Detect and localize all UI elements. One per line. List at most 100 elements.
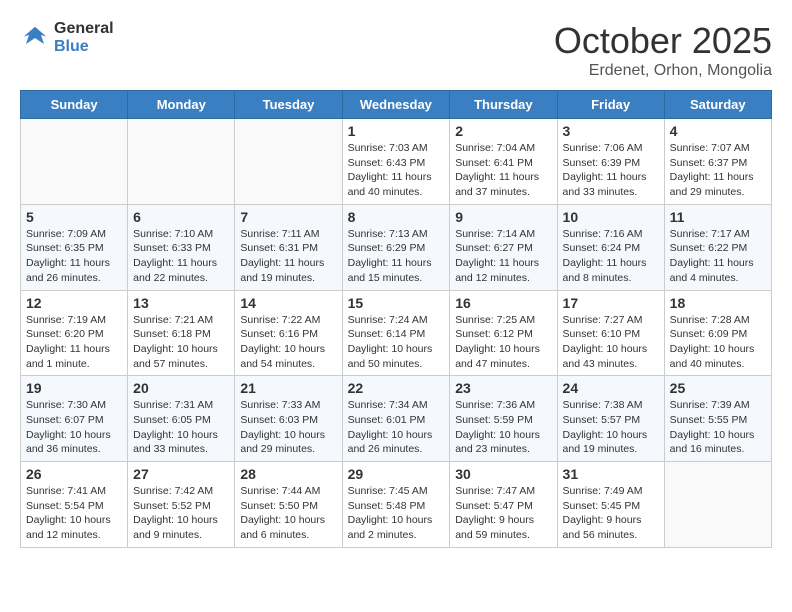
day-number: 3: [563, 123, 659, 139]
calendar-cell: 5 Sunrise: 7:09 AM Sunset: 6:35 PM Daylig…: [21, 204, 128, 290]
calendar-body: 1Sunrise: 7:03 AM Sunset: 6:43 PM Daylig…: [21, 119, 772, 548]
calendar-cell: 17 Sunrise: 7:27 AM Sunset: 6:10 PM Dayli…: [557, 290, 664, 376]
day-number: 28: [240, 466, 336, 482]
weekday-header-sunday: Sunday: [21, 91, 128, 119]
day-info: Sunrise: 7:30 AM Sunset: 6:07 PM Dayligh…: [26, 398, 122, 457]
day-info: Sunrise: 7:25 AM Sunset: 6:12 PM Dayligh…: [455, 313, 551, 372]
calendar-cell: 19 Sunrise: 7:30 AM Sunset: 6:07 PM Dayli…: [21, 376, 128, 462]
calendar-cell: 9Sunrise: 7:14 AM Sunset: 6:27 PM Daylig…: [450, 204, 557, 290]
day-info: Sunrise: 7:03 AM Sunset: 6:43 PM Dayligh…: [348, 141, 445, 200]
day-info: Sunrise: 7:49 AM Sunset: 5:45 PM Dayligh…: [563, 484, 659, 543]
calendar-cell: 12 Sunrise: 7:19 AM Sunset: 6:20 PM Dayli…: [21, 290, 128, 376]
weekday-header-thursday: Thursday: [450, 91, 557, 119]
day-info: Sunrise: 7:28 AM Sunset: 6:09 PM Dayligh…: [670, 313, 766, 372]
day-info: Sunrise: 7:13 AM Sunset: 6:29 PM Dayligh…: [348, 227, 445, 286]
calendar-cell: 26 Sunrise: 7:41 AM Sunset: 5:54 PM Dayli…: [21, 462, 128, 548]
day-info: Sunrise: 7:38 AM Sunset: 5:57 PM Dayligh…: [563, 398, 659, 457]
day-info: Sunrise: 7:34 AM Sunset: 6:01 PM Dayligh…: [348, 398, 445, 457]
day-info: Sunrise: 7:21 AM Sunset: 6:18 PM Dayligh…: [133, 313, 229, 372]
day-info: Sunrise: 7:41 AM Sunset: 5:54 PM Dayligh…: [26, 484, 122, 543]
weekday-header-friday: Friday: [557, 91, 664, 119]
logo-icon: [20, 23, 50, 53]
day-info: Sunrise: 7:11 AM Sunset: 6:31 PM Dayligh…: [240, 227, 336, 286]
calendar-cell: 25 Sunrise: 7:39 AM Sunset: 5:55 PM Dayli…: [664, 376, 771, 462]
day-number: 7: [240, 209, 336, 225]
day-number: 6: [133, 209, 229, 225]
weekday-header-wednesday: Wednesday: [342, 91, 450, 119]
calendar-cell: 3 Sunrise: 7:06 AM Sunset: 6:39 PM Daylig…: [557, 119, 664, 205]
day-number: 13: [133, 295, 229, 311]
day-number: 16: [455, 295, 551, 311]
day-info: Sunrise: 7:14 AM Sunset: 6:27 PM Dayligh…: [455, 227, 551, 286]
calendar-cell: 13 Sunrise: 7:21 AM Sunset: 6:18 PM Dayli…: [128, 290, 235, 376]
day-number: 31: [563, 466, 659, 482]
day-number: 14: [240, 295, 336, 311]
day-info: Sunrise: 7:22 AM Sunset: 6:16 PM Dayligh…: [240, 313, 336, 372]
calendar-week-4: 19 Sunrise: 7:30 AM Sunset: 6:07 PM Dayli…: [21, 376, 772, 462]
calendar-cell: 10 Sunrise: 7:16 AM Sunset: 6:24 PM Dayli…: [557, 204, 664, 290]
calendar-table: SundayMondayTuesdayWednesdayThursdayFrid…: [20, 90, 772, 548]
calendar-cell: 29Sunrise: 7:45 AM Sunset: 5:48 PM Dayli…: [342, 462, 450, 548]
day-info: Sunrise: 7:27 AM Sunset: 6:10 PM Dayligh…: [563, 313, 659, 372]
title-area: October 2025 Erdenet, Orhon, Mongolia: [554, 20, 772, 80]
day-info: Sunrise: 7:36 AM Sunset: 5:59 PM Dayligh…: [455, 398, 551, 457]
day-number: 15: [348, 295, 445, 311]
logo-general-text: General: [54, 20, 114, 38]
calendar-cell: 24 Sunrise: 7:38 AM Sunset: 5:57 PM Dayli…: [557, 376, 664, 462]
calendar-week-3: 12 Sunrise: 7:19 AM Sunset: 6:20 PM Dayli…: [21, 290, 772, 376]
day-number: 26: [26, 466, 122, 482]
day-number: 30: [455, 466, 551, 482]
page-header: General Blue October 2025 Erdenet, Orhon…: [20, 20, 772, 80]
calendar-cell: 16 Sunrise: 7:25 AM Sunset: 6:12 PM Dayli…: [450, 290, 557, 376]
logo: General Blue: [20, 20, 114, 55]
day-info: Sunrise: 7:42 AM Sunset: 5:52 PM Dayligh…: [133, 484, 229, 543]
day-number: 23: [455, 380, 551, 396]
day-info: Sunrise: 7:09 AM Sunset: 6:35 PM Dayligh…: [26, 227, 122, 286]
calendar-cell: 31 Sunrise: 7:49 AM Sunset: 5:45 PM Dayli…: [557, 462, 664, 548]
day-number: 5: [26, 209, 122, 225]
day-number: 20: [133, 380, 229, 396]
day-number: 25: [670, 380, 766, 396]
calendar-cell: 23 Sunrise: 7:36 AM Sunset: 5:59 PM Dayli…: [450, 376, 557, 462]
weekday-header-row: SundayMondayTuesdayWednesdayThursdayFrid…: [21, 91, 772, 119]
calendar-cell: [128, 119, 235, 205]
weekday-header-saturday: Saturday: [664, 91, 771, 119]
day-number: 19: [26, 380, 122, 396]
day-number: 10: [563, 209, 659, 225]
calendar-cell: 14 Sunrise: 7:22 AM Sunset: 6:16 PM Dayli…: [235, 290, 342, 376]
day-number: 22: [348, 380, 445, 396]
day-info: Sunrise: 7:31 AM Sunset: 6:05 PM Dayligh…: [133, 398, 229, 457]
calendar-cell: 1Sunrise: 7:03 AM Sunset: 6:43 PM Daylig…: [342, 119, 450, 205]
day-number: 8: [348, 209, 445, 225]
calendar-cell: 15Sunrise: 7:24 AM Sunset: 6:14 PM Dayli…: [342, 290, 450, 376]
day-number: 17: [563, 295, 659, 311]
day-number: 24: [563, 380, 659, 396]
calendar-cell: [235, 119, 342, 205]
location-subtitle: Erdenet, Orhon, Mongolia: [554, 62, 772, 80]
day-info: Sunrise: 7:39 AM Sunset: 5:55 PM Dayligh…: [670, 398, 766, 457]
calendar-cell: 11Sunrise: 7:17 AM Sunset: 6:22 PM Dayli…: [664, 204, 771, 290]
calendar-cell: 22 Sunrise: 7:34 AM Sunset: 6:01 PM Dayli…: [342, 376, 450, 462]
day-info: Sunrise: 7:07 AM Sunset: 6:37 PM Dayligh…: [670, 141, 766, 200]
calendar-week-5: 26 Sunrise: 7:41 AM Sunset: 5:54 PM Dayli…: [21, 462, 772, 548]
day-info: Sunrise: 7:19 AM Sunset: 6:20 PM Dayligh…: [26, 313, 122, 372]
month-title: October 2025: [554, 20, 772, 62]
day-number: 2: [455, 123, 551, 139]
calendar-cell: 18Sunrise: 7:28 AM Sunset: 6:09 PM Dayli…: [664, 290, 771, 376]
day-info: Sunrise: 7:47 AM Sunset: 5:47 PM Dayligh…: [455, 484, 551, 543]
weekday-header-monday: Monday: [128, 91, 235, 119]
day-number: 21: [240, 380, 336, 396]
day-number: 12: [26, 295, 122, 311]
calendar-week-1: 1Sunrise: 7:03 AM Sunset: 6:43 PM Daylig…: [21, 119, 772, 205]
day-info: Sunrise: 7:06 AM Sunset: 6:39 PM Dayligh…: [563, 141, 659, 200]
calendar-cell: [664, 462, 771, 548]
logo-blue-text: Blue: [54, 38, 114, 56]
calendar-cell: 7 Sunrise: 7:11 AM Sunset: 6:31 PM Daylig…: [235, 204, 342, 290]
calendar-cell: 2Sunrise: 7:04 AM Sunset: 6:41 PM Daylig…: [450, 119, 557, 205]
day-number: 4: [670, 123, 766, 139]
day-info: Sunrise: 7:10 AM Sunset: 6:33 PM Dayligh…: [133, 227, 229, 286]
calendar-cell: 28Sunrise: 7:44 AM Sunset: 5:50 PM Dayli…: [235, 462, 342, 548]
calendar-cell: [21, 119, 128, 205]
day-info: Sunrise: 7:16 AM Sunset: 6:24 PM Dayligh…: [563, 227, 659, 286]
day-info: Sunrise: 7:33 AM Sunset: 6:03 PM Dayligh…: [240, 398, 336, 457]
